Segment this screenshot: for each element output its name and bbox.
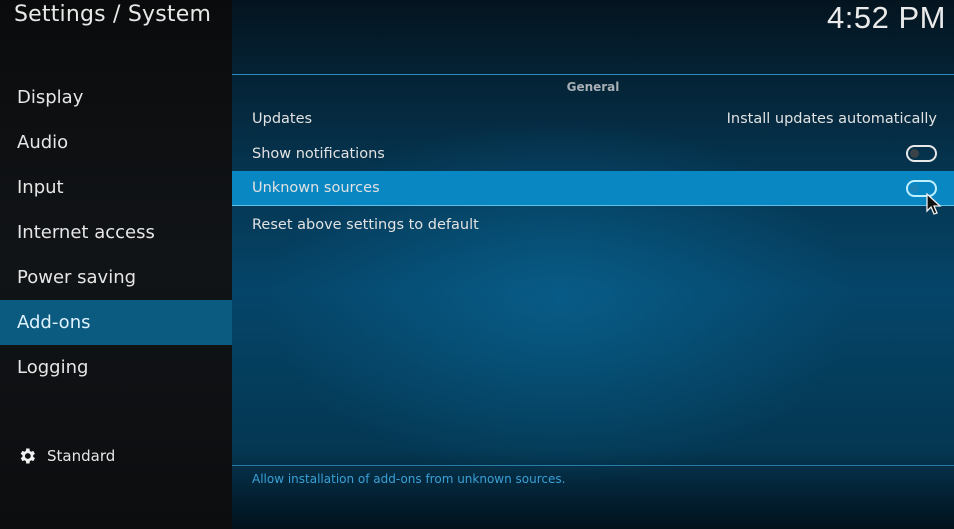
section-title: General (566, 80, 620, 94)
setting-value: Install updates automatically (726, 110, 937, 127)
sidebar-item-label: Logging (17, 357, 89, 378)
divider (232, 74, 954, 75)
page-title: Settings / System (14, 2, 212, 27)
setting-label: Updates (252, 110, 313, 127)
sidebar-item-label: Input (17, 177, 64, 198)
toggle-knob (910, 149, 919, 158)
clock: 4:52 PM (827, 0, 946, 35)
setting-label: Unknown sources (252, 180, 380, 196)
setting-description: Allow installation of add-ons from unkno… (252, 472, 566, 486)
setting-unknown-sources[interactable]: Unknown sources (232, 171, 954, 206)
mouse-pointer-icon (926, 193, 942, 215)
sidebar-item-logging[interactable]: Logging (0, 345, 232, 390)
sidebar-item-input[interactable]: Input (0, 165, 232, 210)
sidebar-item-label: Power saving (17, 267, 137, 288)
toggle-show-notifications[interactable] (906, 145, 937, 162)
sidebar-item-add-ons[interactable]: Add-ons (0, 300, 232, 345)
setting-reset-defaults[interactable]: Reset above settings to default (232, 207, 954, 242)
settings-level-button[interactable]: Standard (17, 446, 115, 466)
setting-label: Show notifications (252, 145, 385, 162)
sidebar-item-label: Audio (17, 132, 69, 153)
sidebar: Settings / System Display Audio Input In… (0, 0, 232, 529)
sidebar-item-label: Add-ons (17, 312, 91, 333)
sidebar-item-label: Internet access (17, 222, 155, 243)
setting-show-notifications[interactable]: Show notifications (232, 136, 954, 171)
sidebar-item-label: Display (17, 87, 84, 108)
setting-label: Reset above settings to default (252, 216, 479, 233)
settings-level-label: Standard (47, 447, 116, 465)
toggle-knob (910, 183, 919, 193)
sidebar-item-audio[interactable]: Audio (0, 120, 232, 165)
sidebar-item-power-saving[interactable]: Power saving (0, 255, 232, 300)
divider (232, 465, 954, 466)
gear-icon (20, 448, 35, 464)
sidebar-item-internet-access[interactable]: Internet access (0, 210, 232, 255)
setting-updates[interactable]: Updates Install updates automatically (232, 101, 954, 136)
sidebar-item-display[interactable]: Display (0, 75, 232, 120)
